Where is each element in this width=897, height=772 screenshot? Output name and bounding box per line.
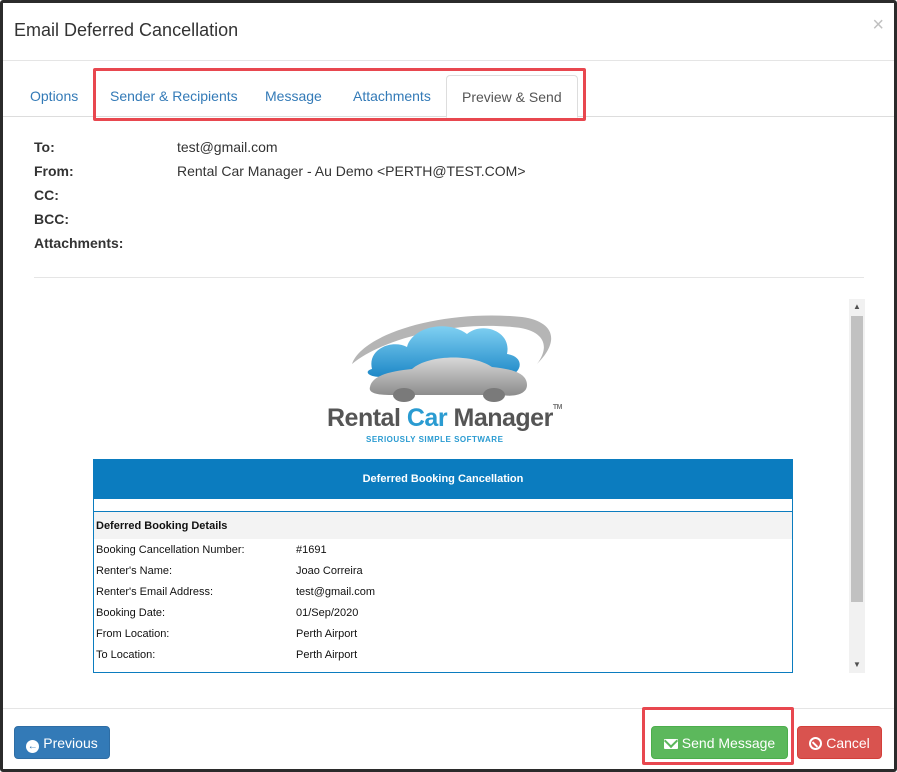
detail-label: Renter's Email Address: (96, 586, 214, 598)
header-divider (34, 277, 864, 278)
detail-value: Joao Correira (296, 565, 363, 577)
tab-bar: Options Sender & Recipients Message Atta… (3, 75, 894, 118)
scroll-up-arrow-icon[interactable]: ▲ (849, 299, 865, 315)
preview-scrollbar[interactable]: ▲ ▼ (849, 299, 865, 673)
rental-car-manager-logo: Rental Car ManagerTM SERIOUSLY SIMPLE SO… (322, 309, 572, 444)
detail-value: Perth Airport (296, 649, 358, 661)
logo-trademark: TM (552, 404, 563, 411)
details-section-title: Deferred Booking Details (94, 512, 792, 539)
logo-word-manager: Manager (447, 404, 553, 432)
attachments-label: Attachments: (34, 235, 124, 251)
detail-row: From Location: Perth Airport (94, 623, 792, 644)
logo-wordmark: Rental Car ManagerTM (327, 404, 567, 433)
detail-value: Perth Airport (296, 628, 358, 640)
cancel-button[interactable]: Cancel (797, 726, 882, 759)
send-label: Send Message (681, 735, 776, 751)
email-banner-title: Deferred Booking Cancellation (94, 459, 792, 499)
ban-icon (809, 737, 823, 750)
from-row: From: Rental Car Manager - Au Demo <PERT… (34, 159, 864, 183)
tab-message[interactable]: Message (250, 75, 337, 117)
message-headers: To: test@gmail.com From: Rental Car Mana… (34, 135, 864, 255)
close-icon[interactable]: × (872, 15, 884, 35)
detail-row: To Location: Perth Airport (94, 644, 792, 673)
attachments-row: Attachments: (34, 231, 864, 255)
scroll-down-arrow-icon[interactable]: ▼ (849, 657, 865, 673)
to-row: To: test@gmail.com (34, 135, 864, 159)
detail-label: Booking Date: (96, 607, 166, 619)
detail-label: From Location: (96, 628, 170, 640)
arrow-circle-left-icon: ← (26, 740, 40, 753)
detail-row: Booking Cancellation Number: #1691 (94, 539, 792, 560)
email-preview: Rental Car ManagerTM SERIOUSLY SIMPLE SO… (34, 299, 865, 673)
email-gap (94, 499, 792, 512)
detail-value: #1691 (296, 544, 327, 556)
send-message-button[interactable]: Send Message (651, 726, 788, 759)
logo-tagline: SERIOUSLY SIMPLE SOFTWARE (366, 435, 504, 444)
detail-label: Renter's Name: (96, 565, 173, 577)
tab-attachments[interactable]: Attachments (338, 75, 446, 117)
logo-word-rental: Rental (327, 404, 407, 432)
detail-value: test@gmail.com (296, 586, 376, 598)
previous-button[interactable]: ← Previous (14, 726, 110, 759)
tab-options[interactable]: Options (15, 75, 93, 117)
cloud-car-logo-icon (352, 315, 552, 402)
dialog-header: Email Deferred Cancellation × (3, 3, 894, 61)
detail-label: Booking Cancellation Number: (96, 544, 245, 556)
from-value: Rental Car Manager - Au Demo <PERTH@TEST… (177, 163, 526, 179)
dialog-title: Email Deferred Cancellation (14, 20, 239, 40)
previous-label: Previous (43, 735, 98, 751)
bcc-label: BCC: (34, 211, 69, 227)
tab-preview-send[interactable]: Preview & Send (446, 75, 578, 118)
detail-value: 01/Sep/2020 (296, 607, 359, 619)
from-label: From: (34, 163, 74, 179)
detail-row: Renter's Email Address: test@gmail.com (94, 581, 792, 602)
cc-label: CC: (34, 187, 59, 203)
email-dialog: Email Deferred Cancellation × Options Se… (0, 0, 897, 772)
cancel-label: Cancel (826, 735, 870, 751)
tab-sender-recipients[interactable]: Sender & Recipients (95, 75, 253, 117)
bcc-row: BCC: (34, 207, 864, 231)
detail-row: Booking Date: 01/Sep/2020 (94, 602, 792, 623)
scroll-thumb[interactable] (851, 316, 863, 602)
dialog-footer: ← Previous Send Message Cancel (3, 708, 894, 772)
email-body-table: Deferred Booking Cancellation Deferred B… (93, 459, 793, 673)
cc-row: CC: (34, 183, 864, 207)
detail-label: To Location: (96, 649, 156, 661)
to-value: test@gmail.com (177, 139, 278, 155)
to-label: To: (34, 139, 55, 155)
logo-word-car: Car (406, 404, 448, 432)
envelope-icon (663, 739, 678, 749)
detail-row: Renter's Name: Joao Correira (94, 560, 792, 581)
